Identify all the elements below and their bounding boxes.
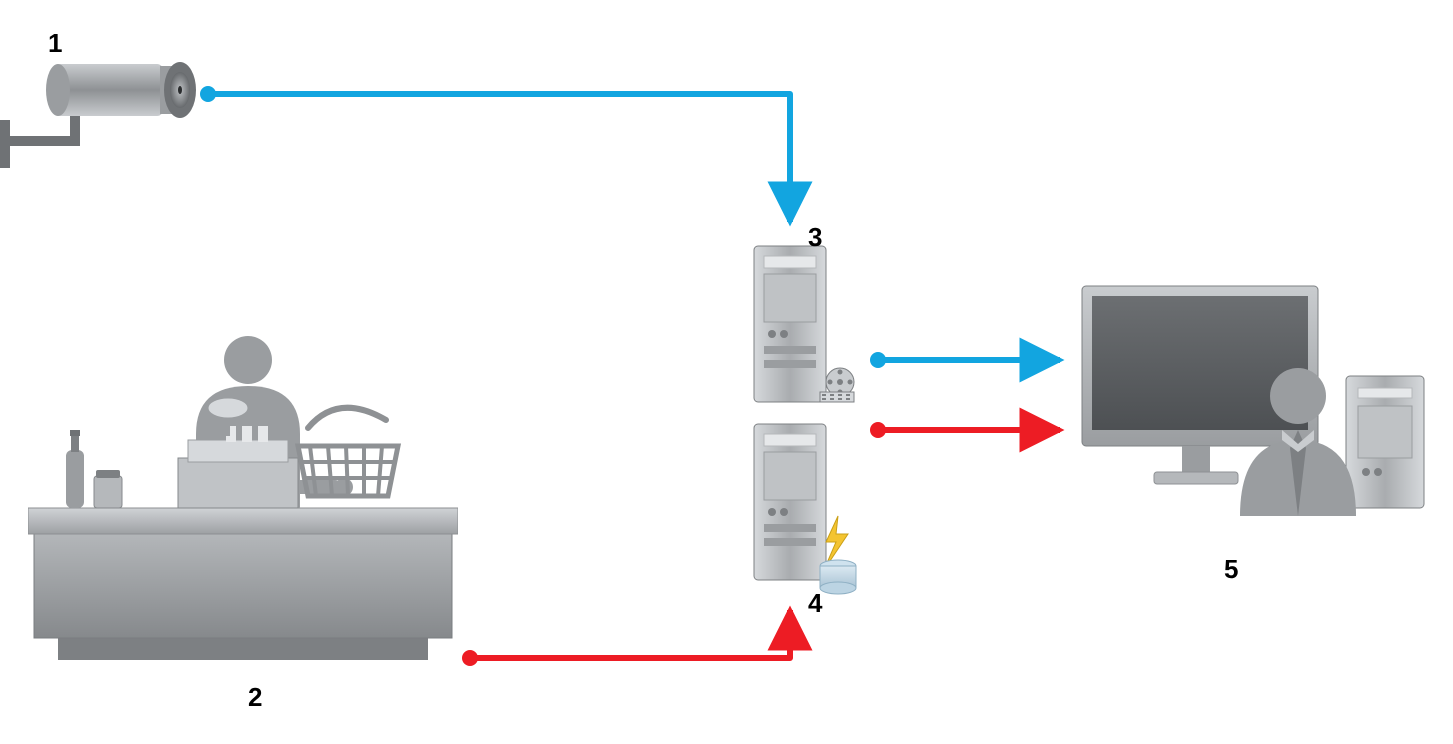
server-b-icon <box>750 420 860 600</box>
operator-workstation-icon <box>1076 280 1436 550</box>
diagram-stage: 1 2 3 4 5 <box>0 0 1453 744</box>
node-label-5: 5 <box>1224 554 1238 585</box>
node-label-4: 4 <box>808 588 822 619</box>
node-label-1: 1 <box>48 28 62 59</box>
camera-icon <box>0 58 210 198</box>
flow-server-a-to-operator <box>870 352 1060 368</box>
node-label-2: 2 <box>248 682 262 713</box>
flow-pos-to-server-b <box>462 610 790 666</box>
pos-cashier-icon <box>28 330 458 670</box>
server-a-icon <box>750 242 860 412</box>
node-label-3: 3 <box>808 222 822 253</box>
flow-server-b-to-operator <box>870 422 1060 438</box>
database-icon <box>820 560 856 594</box>
flow-camera-to-server-a <box>200 86 790 222</box>
